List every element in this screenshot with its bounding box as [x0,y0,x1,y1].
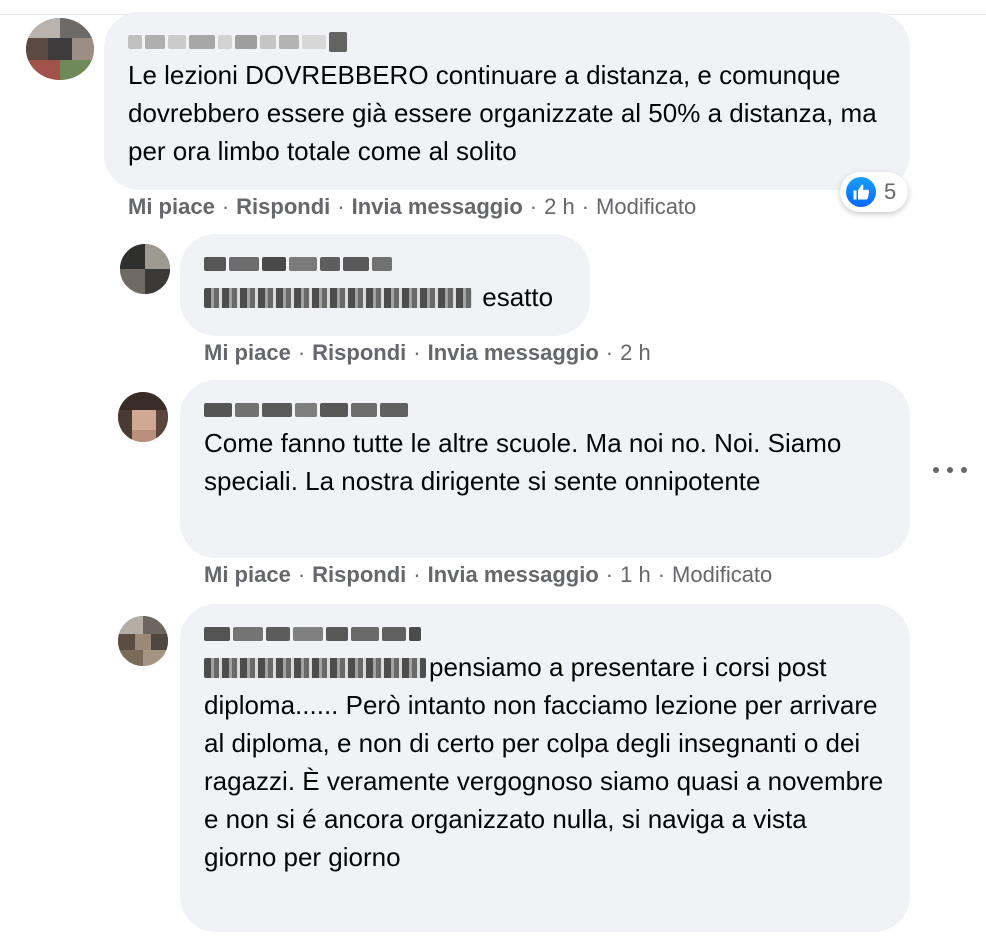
send-message-button[interactable]: Invia messaggio [428,562,599,588]
like-button[interactable]: Mi piace [128,194,215,220]
timestamp[interactable]: 1 h [620,562,651,588]
edited-label[interactable]: Modificato [596,194,696,220]
timestamp[interactable]: 2 h [544,194,575,220]
author-name[interactable] [204,400,886,420]
like-button[interactable]: Mi piace [204,340,291,366]
like-button[interactable]: Mi piace [204,562,291,588]
avatar[interactable] [120,244,170,294]
comment-body: esatto [482,282,554,312]
reply-button[interactable]: Rispondi [312,340,406,366]
separator: · [657,562,666,587]
comment-text: pensiamo a presentare i corsi post diplo… [204,648,886,876]
separator: · [297,340,306,365]
timestamp[interactable]: 2 h [620,340,651,366]
dot-icon [947,467,953,473]
reply-button[interactable]: Rispondi [312,562,406,588]
avatar[interactable] [118,392,168,442]
comment-actions: Mi piace · Rispondi · Invia messaggio · … [204,340,651,366]
tagged-user[interactable] [204,658,426,678]
separator: · [413,562,421,587]
author-name[interactable] [128,32,886,52]
send-message-button[interactable]: Invia messaggio [352,194,523,220]
edited-label[interactable]: Modificato [672,562,772,588]
comment-text: Le lezioni DOVREBBERO continuare a dista… [128,60,877,166]
dot-icon [961,467,967,473]
separator: · [413,340,421,365]
more-options-button[interactable] [933,455,967,485]
separator: · [221,194,230,219]
comment-bubble: esatto [180,234,590,336]
separator: · [297,562,306,587]
comment-body: pensiamo a presentare i corsi post diplo… [204,652,884,872]
avatar[interactable] [118,616,168,666]
comment-bubble: Come fanno tutte le altre scuole. Ma noi… [180,380,910,558]
author-name[interactable] [204,624,886,644]
separator: · [529,194,538,219]
comment-bubble: Le lezioni DOVREBBERO continuare a dista… [104,12,910,190]
separator: · [605,562,614,587]
like-icon [846,177,876,207]
comment-text: Come fanno tutte le altre scuole. Ma noi… [204,428,842,496]
comment-text: esatto [204,278,566,316]
dot-icon [933,467,939,473]
comment-actions: Mi piace · Rispondi · Invia messaggio · … [204,562,772,588]
reply-button[interactable]: Rispondi [236,194,330,220]
reaction-count: 5 [884,179,897,204]
author-name[interactable] [204,254,566,274]
comment-bubble: pensiamo a presentare i corsi post diplo… [180,604,910,932]
separator: · [337,194,345,219]
send-message-button[interactable]: Invia messaggio [428,340,599,366]
avatar[interactable] [26,18,94,80]
separator: · [581,194,590,219]
comment-actions: Mi piace · Rispondi · Invia messaggio · … [128,194,696,220]
reactions-badge[interactable]: 5 [840,172,908,212]
separator: · [605,340,614,365]
tagged-user[interactable] [204,288,472,308]
